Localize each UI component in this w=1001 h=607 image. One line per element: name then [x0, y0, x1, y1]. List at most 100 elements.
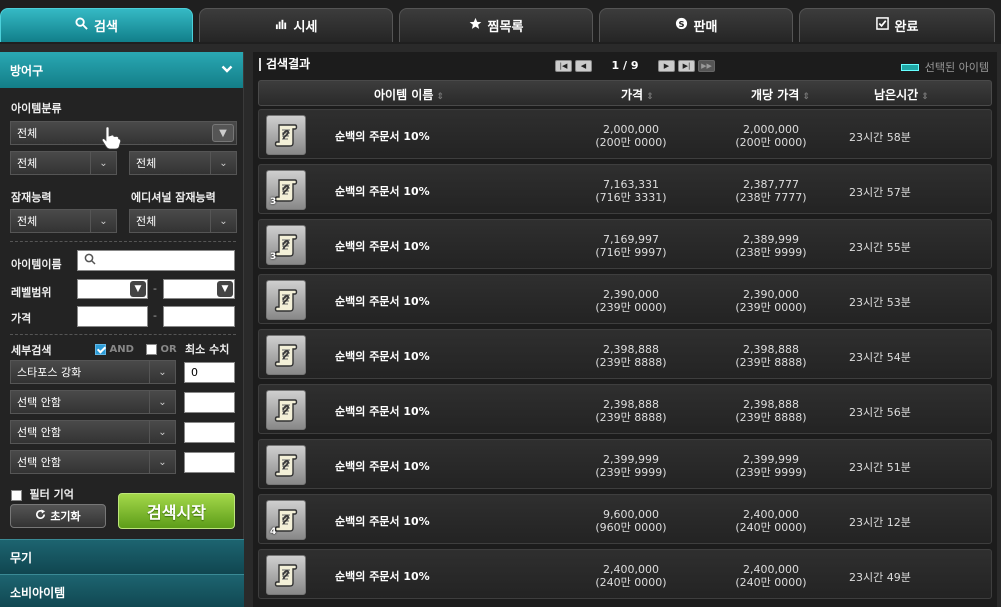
detail-min-input-1[interactable]: 0: [184, 362, 235, 383]
item-name: 순백의 주문서 10%: [335, 240, 430, 253]
item-name: 순백의 주문서 10%: [335, 460, 430, 473]
category-weapon[interactable]: 무기: [0, 539, 244, 574]
divider: [10, 334, 236, 335]
or-option[interactable]: OR: [146, 342, 177, 355]
chevron-down-icon: ⌄: [149, 421, 175, 443]
column-price[interactable]: 가격: [621, 86, 654, 103]
item-remaining-time: 23시간 58분: [849, 131, 911, 144]
item-price: 2,390,000 (239만 0000): [595, 288, 667, 314]
svg-text:S: S: [678, 19, 684, 29]
item-quantity: 3: [270, 197, 277, 207]
level-max-select[interactable]: ▼: [163, 279, 235, 299]
tab-wishlist[interactable]: 찜목록: [399, 8, 593, 42]
next-group-button[interactable]: ▶|: [678, 59, 695, 72]
selected-swatch: [900, 63, 919, 71]
column-remaining-time[interactable]: 남은시간: [874, 86, 929, 103]
tab-search[interactable]: 검색: [0, 8, 193, 42]
search-icon: [84, 253, 96, 268]
item-name: 순백의 주문서 10%: [335, 350, 430, 363]
item-class-select[interactable]: 전체 ▼: [10, 121, 237, 145]
category-header-armor[interactable]: 방어구: [0, 52, 243, 88]
item-price: 2,398,888 (239만 8888): [595, 398, 667, 424]
table-row[interactable]: 순백의 주문서 10% 2,390,000 (239만 0000) 2,390,0…: [258, 274, 992, 324]
additional-potential-select[interactable]: 전체 ⌄: [129, 209, 237, 233]
price-min-input[interactable]: [77, 306, 148, 327]
category-consumable[interactable]: 소비아이템: [0, 574, 244, 607]
item-remaining-time: 23시간 57분: [849, 186, 911, 199]
next-page-button[interactable]: ▶: [658, 59, 675, 72]
last-page-button[interactable]: ▶▶: [698, 59, 715, 72]
additional-potential-value: 전체: [136, 215, 157, 228]
table-row[interactable]: 3 순백의 주문서 10% 7,169,997 (716만 9997) 2,389…: [258, 219, 992, 269]
chevron-down-icon: ⌄: [90, 152, 116, 174]
and-option[interactable]: AND: [95, 342, 134, 355]
item-class-label: 아이템분류: [11, 102, 62, 115]
scroll-icon: [266, 280, 306, 320]
item-name-label: 아이템이름: [11, 258, 62, 271]
item-quantity: 3: [270, 252, 277, 262]
detail-option-1-value: 스타포스 강화: [17, 366, 82, 379]
and-checkbox[interactable]: [95, 343, 106, 355]
price-label: 가격: [11, 312, 32, 325]
top-tab-bar: 검색 시세 찜목록 S 판매 완료: [0, 0, 1001, 44]
column-item-name[interactable]: 아이템 이름: [374, 86, 444, 103]
table-row[interactable]: 순백의 주문서 10% 2,400,000 (240만 0000) 2,400,0…: [258, 549, 992, 599]
potential-select[interactable]: 전체 ⌄: [10, 209, 117, 233]
item-name-input[interactable]: [77, 250, 235, 271]
bar-chart-icon: [275, 17, 288, 34]
item-name: 순백의 주문서 10%: [335, 185, 430, 198]
prev-page-button[interactable]: ◀: [575, 59, 592, 72]
search-icon: [75, 17, 88, 34]
column-unit-price[interactable]: 개당 가격: [751, 86, 810, 103]
detail-option-3-value: 선택 안함: [17, 426, 61, 439]
reset-button[interactable]: 초기화: [10, 504, 106, 528]
detail-option-select-3[interactable]: 선택 안함 ⌄: [10, 420, 176, 444]
detail-option-4-value: 선택 안함: [17, 456, 61, 469]
start-search-button[interactable]: 검색시작: [118, 493, 235, 529]
item-unit-price: 2,398,888 (239만 8888): [735, 343, 807, 369]
table-row[interactable]: 순백의 주문서 10% 2,398,888 (239만 8888) 2,398,8…: [258, 329, 992, 379]
detail-option-select-2[interactable]: 선택 안함 ⌄: [10, 390, 176, 414]
table-row[interactable]: 순백의 주문서 10% 2,398,888 (239만 8888) 2,398,8…: [258, 384, 992, 434]
table-row[interactable]: 3 순백의 주문서 10% 7,163,331 (716만 3331) 2,387…: [258, 164, 992, 214]
sub-class-select-1[interactable]: 전체 ⌄: [10, 151, 117, 175]
or-checkbox[interactable]: [146, 343, 157, 355]
item-remaining-time: 23시간 51분: [849, 461, 911, 474]
scroll-icon: [266, 390, 306, 430]
sub-class-select-2[interactable]: 전체 ⌄: [129, 151, 237, 175]
item-price: 7,163,331 (716만 3331): [595, 178, 667, 204]
detail-option-select-4[interactable]: 선택 안함 ⌄: [10, 450, 176, 474]
tab-complete[interactable]: 완료: [799, 8, 995, 42]
item-price: 7,169,997 (716만 9997): [595, 233, 667, 259]
item-price: 2,398,888 (239만 8888): [595, 343, 667, 369]
item-name: 순백의 주문서 10%: [335, 515, 430, 528]
item-price: 2,400,000 (240만 0000): [595, 563, 667, 589]
tab-sell[interactable]: S 판매: [599, 8, 793, 42]
sub-class-1-value: 전체: [17, 157, 38, 170]
category-weapon-label: 무기: [10, 550, 33, 565]
tab-complete-label: 완료: [894, 20, 919, 35]
detail-min-input-3[interactable]: [184, 422, 235, 443]
min-value-label: 최소 수치: [185, 343, 230, 356]
table-row[interactable]: 순백의 주문서 10% 2,399,999 (239만 9999) 2,399,9…: [258, 439, 992, 489]
remember-filter-option[interactable]: 필터 기억: [11, 486, 74, 502]
level-min-select[interactable]: ▼: [77, 279, 148, 299]
sub-class-2-value: 전체: [136, 157, 157, 170]
results-panel: 검색결과 |◀ ◀ 1 / 9 ▶ ▶| ▶▶ 선택된 아이템 아이템 이름 가…: [253, 52, 997, 607]
hand-cursor-icon: [100, 126, 122, 153]
star-icon: [469, 17, 482, 34]
detail-option-select-1[interactable]: 스타포스 강화 ⌄: [10, 360, 176, 384]
price-max-input[interactable]: [163, 306, 235, 327]
detail-min-input-4[interactable]: [184, 452, 235, 473]
chevron-down-icon: ⌄: [149, 451, 175, 473]
item-unit-price: 2,387,777 (238만 7777): [735, 178, 807, 204]
tab-market-price[interactable]: 시세: [199, 8, 393, 42]
table-row[interactable]: 순백의 주문서 10% 2,000,000 (200만 0000) 2,000,0…: [258, 109, 992, 159]
item-name: 순백의 주문서 10%: [335, 130, 430, 143]
first-page-button[interactable]: |◀: [555, 59, 572, 72]
detail-min-input-2[interactable]: [184, 392, 235, 413]
item-remaining-time: 23시간 54분: [849, 351, 911, 364]
remember-filter-checkbox[interactable]: [11, 489, 22, 501]
level-range-dash: -: [153, 282, 157, 295]
table-row[interactable]: 4 순백의 주문서 10% 9,600,000 (960만 0000) 2,400…: [258, 494, 992, 544]
